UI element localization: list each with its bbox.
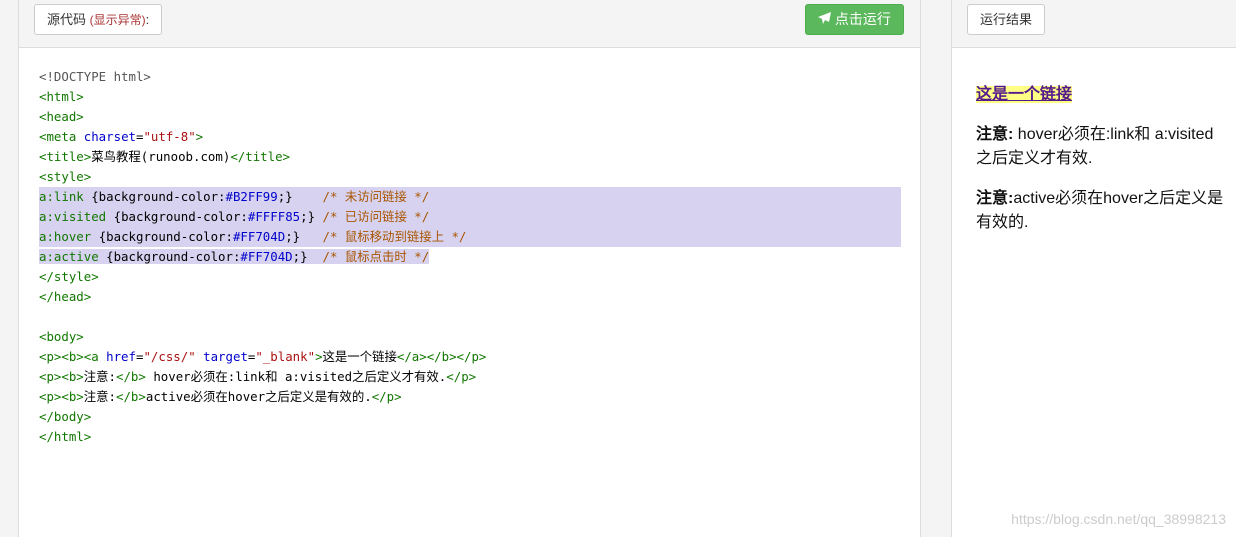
code-line: <style>	[39, 167, 901, 187]
code-token: 这是一个链接	[322, 349, 397, 364]
code-token: active必须在hover之后定义是有效的.	[145, 389, 372, 404]
code-token: </b>	[116, 369, 146, 384]
code-token: /* 已访问链接 */	[322, 209, 430, 224]
code-token: a:link	[39, 189, 92, 204]
code-token: {background-color:	[113, 209, 248, 224]
code-line: </body>	[39, 407, 901, 427]
code-token: <p><b>	[39, 389, 84, 404]
code-token: "/css/"	[143, 349, 204, 364]
note-1-label: 注意:	[976, 126, 1014, 143]
result-header: 运行结果	[952, 0, 1236, 48]
note-2-label: 注意:	[976, 190, 1014, 207]
code-line: </html>	[39, 427, 901, 447]
code-token: </b>	[116, 389, 146, 404]
code-token: <body>	[39, 329, 84, 344]
code-line: a:link {background-color:#B2FF99;} /* 未访…	[39, 187, 901, 207]
run-button[interactable]: 点击运行	[805, 4, 904, 35]
code-token: <head>	[39, 109, 84, 124]
code-token: {background-color:	[98, 229, 233, 244]
code-token: #FFFF85	[247, 209, 301, 224]
code-token: <html>	[39, 89, 84, 104]
paper-plane-icon	[818, 11, 831, 27]
code-token: a:active	[39, 249, 107, 264]
code-token: <!DOCTYPE html>	[39, 69, 151, 84]
code-token: >	[315, 349, 323, 364]
source-header: 源代码 (显示异常): 点击运行	[19, 0, 920, 48]
code-line: <p><b>注意:</b> hover必须在:link和 a:visited之后…	[39, 367, 901, 387]
code-token: </head>	[39, 289, 92, 304]
display-error-link[interactable]: (显示异常)	[90, 13, 146, 27]
colon: :	[145, 12, 150, 27]
code-line: <p><b><a href="/css/" target="_blank">这是…	[39, 347, 901, 367]
code-token: "utf-8"	[143, 129, 196, 144]
code-token: {background-color:	[91, 189, 226, 204]
code-token: target	[203, 349, 248, 364]
code-editor[interactable]: <!DOCTYPE html> <html> <head> <meta charset…	[39, 67, 901, 447]
code-token: </p>	[371, 389, 402, 404]
code-token: href	[106, 349, 136, 364]
code-token: "_blank"	[255, 349, 316, 364]
code-line: a:visited {background-color:#FFFF85;} /*…	[39, 207, 901, 227]
code-token: <p><b>	[39, 369, 84, 384]
code-token: #FF704D	[232, 229, 286, 244]
code-token: #B2FF99	[225, 189, 278, 204]
code-line: <meta charset="utf-8">	[39, 127, 901, 147]
code-line: <!DOCTYPE html>	[39, 67, 901, 87]
code-token: #FF704D	[240, 249, 293, 264]
result-output: 这是一个链接 注意: hover必须在:link和 a:visited之后定义才…	[976, 80, 1226, 248]
code-token: <title>	[39, 149, 92, 164]
code-token: >	[195, 129, 204, 144]
code-line: <head>	[39, 107, 901, 127]
result-label-button[interactable]: 运行结果	[967, 4, 1046, 35]
code-token: {background-color:	[106, 249, 241, 264]
code-token: a:visited	[39, 209, 114, 224]
code-token: ;}	[277, 189, 323, 204]
code-token: <style>	[39, 169, 92, 184]
code-line: a:hover {background-color:#FF704D;} /* 鼠…	[39, 227, 901, 247]
code-token: ;}	[300, 209, 323, 224]
code-line: </head>	[39, 287, 901, 307]
code-token: </html>	[39, 429, 92, 444]
code-token: 注意:	[83, 369, 117, 384]
code-line: <html>	[39, 87, 901, 107]
source-panel: 源代码 (显示异常): 点击运行 <!DOCTYPE html> <html> <h…	[18, 0, 921, 537]
source-code-button[interactable]: 源代码 (显示异常):	[34, 4, 163, 35]
code-token: 菜鸟教程(runoob.com)	[91, 149, 231, 164]
code-token: /* 鼠标点击时 */	[322, 249, 430, 264]
run-label: 点击运行	[834, 11, 891, 27]
code-token: </a></b></p>	[396, 349, 487, 364]
code-line: a:active {background-color:#FF704D;} /* …	[39, 247, 901, 267]
code-token: ;}	[285, 229, 323, 244]
code-token: </style>	[39, 269, 99, 284]
code-line: <title>菜鸟教程(runoob.com)</title>	[39, 147, 901, 167]
code-token: </body>	[39, 409, 92, 424]
source-label: 源代码	[47, 12, 87, 27]
code-token: </title>	[230, 149, 290, 164]
code-line: <p><b>注意:</b>active必须在hover之后定义是有效的.</p>	[39, 387, 901, 407]
code-token: ;}	[292, 249, 323, 264]
result-panel: 运行结果 这是一个链接 注意: hover必须在:link和 a:visited…	[951, 0, 1236, 537]
code-token: 注意:	[83, 389, 117, 404]
code-line: <body>	[39, 327, 901, 347]
code-token: /* 未访问链接 */	[322, 189, 430, 204]
sample-link[interactable]: 这是一个链接	[976, 86, 1073, 103]
code-token: /* 鼠标移动到链接上 */	[322, 229, 467, 244]
code-token: </p>	[446, 369, 477, 384]
code-token: a:hover	[39, 229, 99, 244]
note-2: 注意:active必须在hover之后定义是有效的.	[976, 184, 1226, 232]
code-line: </style>	[39, 267, 901, 287]
code-token: <p><b><a	[39, 349, 107, 364]
code-token: <meta	[39, 129, 84, 144]
code-token: hover必须在:link和 a:visited之后定义才有效.	[145, 369, 447, 384]
code-token: charset	[83, 129, 136, 144]
note-2-text: active必须在hover之后定义是有效的.	[976, 190, 1224, 231]
watermark: https://blog.csdn.net/qq_38998213	[1011, 511, 1226, 527]
note-1: 注意: hover必须在:link和 a:visited之后定义才有效.	[976, 120, 1226, 168]
